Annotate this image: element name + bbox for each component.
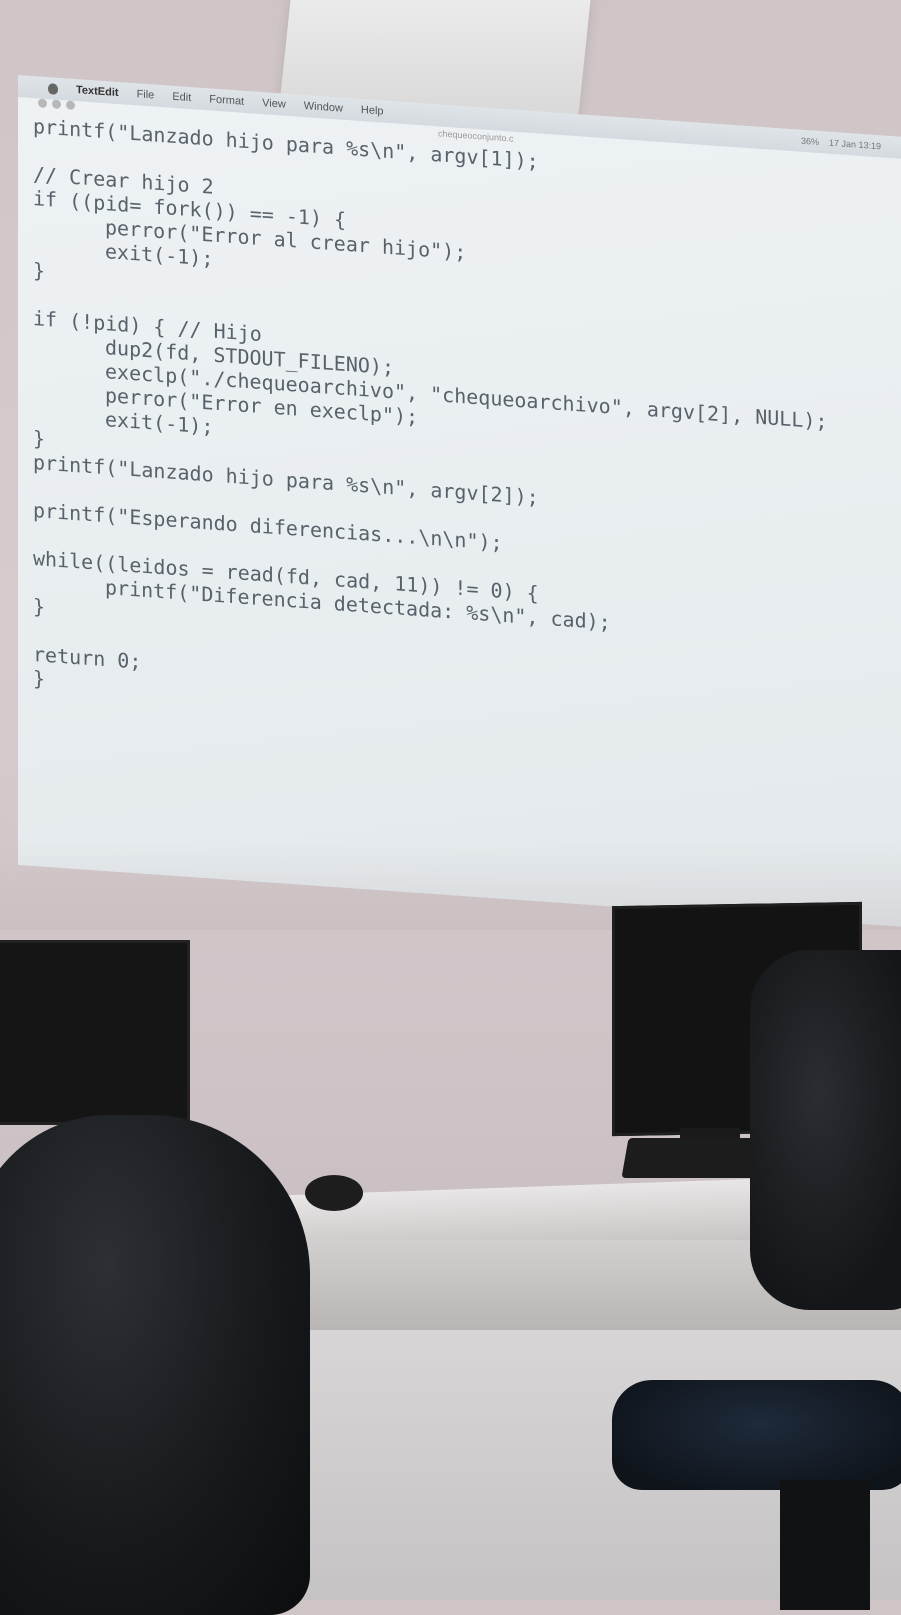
menu-window[interactable]: Window xyxy=(304,100,343,115)
apple-icon[interactable] xyxy=(48,83,58,95)
status-area: 36% 17 Jan 13:19 xyxy=(801,136,881,152)
menu-view[interactable]: View xyxy=(262,97,286,111)
zoom-icon[interactable] xyxy=(66,100,75,110)
menu-edit[interactable]: Edit xyxy=(172,91,191,104)
app-name[interactable]: TextEdit xyxy=(76,84,119,99)
menu-help[interactable]: Help xyxy=(361,104,384,118)
menu-file[interactable]: File xyxy=(137,88,155,101)
monitor-left xyxy=(0,940,190,1125)
code-editor[interactable]: printf("Lanzado hijo para %s\n", argv[1]… xyxy=(33,114,827,746)
chair-right-base xyxy=(780,1480,870,1610)
menu-format[interactable]: Format xyxy=(209,93,244,107)
minimize-icon[interactable] xyxy=(52,99,61,109)
mouse xyxy=(305,1175,363,1211)
close-icon[interactable] xyxy=(38,98,47,108)
projected-screen: TextEdit File Edit Format View Window He… xyxy=(18,75,901,927)
battery-status[interactable]: 36% xyxy=(801,136,819,147)
clock[interactable]: 17 Jan 13:19 xyxy=(829,138,881,152)
chair-left xyxy=(0,1115,310,1615)
chair-right-seat xyxy=(612,1380,901,1490)
chair-right-back xyxy=(750,950,901,1310)
window-controls xyxy=(38,98,75,110)
